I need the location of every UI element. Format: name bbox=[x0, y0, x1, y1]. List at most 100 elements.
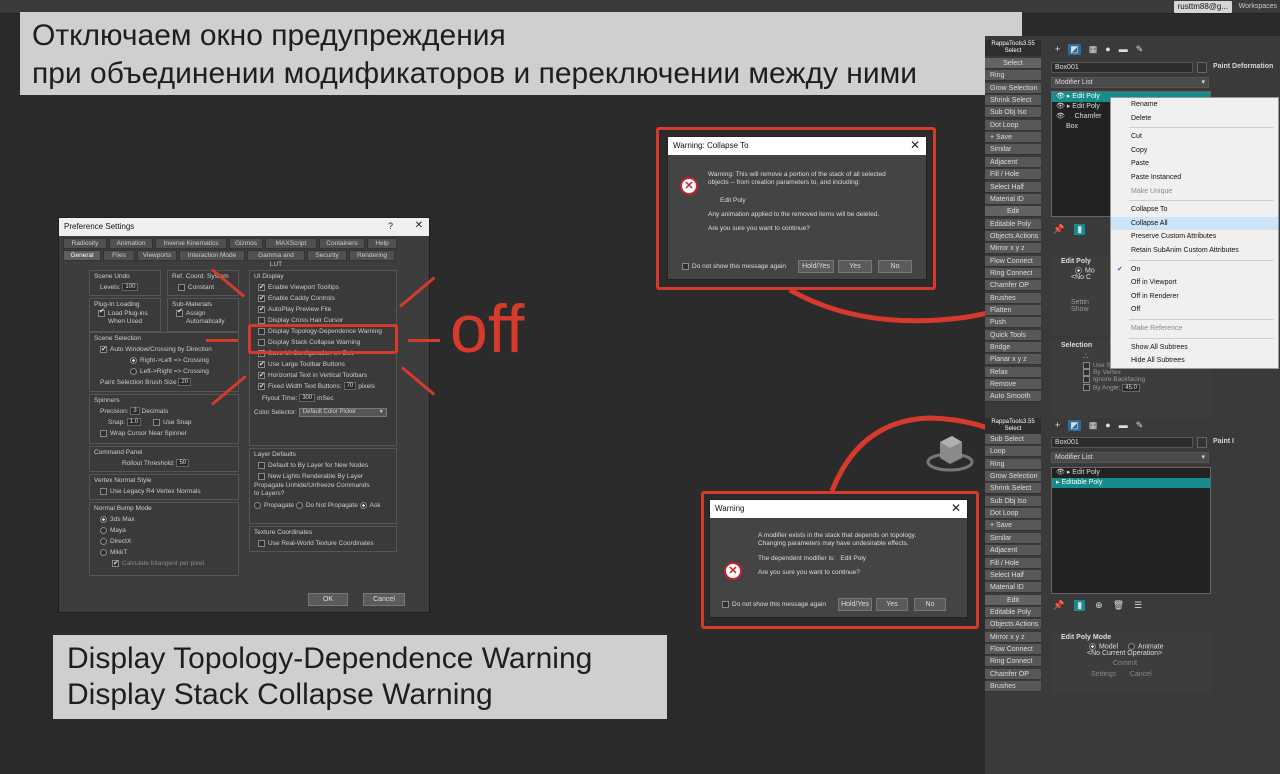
display-icon[interactable]: ▬ bbox=[1119, 420, 1128, 430]
edit-poly-mode-title[interactable]: Edit Poly Mode bbox=[1051, 632, 1211, 643]
rappa-material-id-button[interactable]: Material ID bbox=[985, 193, 1041, 205]
close-icon[interactable]: ✕ bbox=[951, 501, 961, 515]
ui-option-checkbox[interactable] bbox=[258, 370, 265, 381]
tab-gizmos[interactable]: Gizmos bbox=[229, 238, 263, 249]
model-radio[interactable] bbox=[1075, 267, 1082, 274]
rappa-similar-button[interactable]: Similar bbox=[985, 144, 1041, 156]
create-icon[interactable]: + bbox=[1055, 420, 1060, 430]
levels-spinner[interactable]: 100 bbox=[122, 283, 139, 292]
bump-3dsmax-radio[interactable] bbox=[100, 515, 107, 523]
object-color-swatch[interactable] bbox=[1197, 62, 1207, 73]
tab-viewports[interactable]: Viewports bbox=[137, 250, 177, 261]
rappa-auto-smooth-button[interactable]: Auto Smooth bbox=[985, 391, 1041, 403]
menu-item-paste-instanced[interactable]: Paste Instanced bbox=[1111, 171, 1278, 185]
rappa-flatten-button[interactable]: Flatten bbox=[985, 305, 1041, 316]
remove-modifier-icon[interactable]: 🗑 bbox=[1113, 600, 1124, 611]
rappa-select-half-button[interactable]: Select Half bbox=[985, 569, 1041, 581]
precision-spinner[interactable]: 3 bbox=[130, 407, 140, 416]
tab-containers[interactable]: Containers bbox=[319, 238, 365, 249]
wrap-cursor-checkbox[interactable] bbox=[100, 429, 107, 437]
show-end-result-icon[interactable]: ▮ bbox=[1074, 223, 1086, 235]
menu-item-collapse-all[interactable]: Collapse All bbox=[1111, 216, 1278, 231]
menu-item-collapse-to[interactable]: Collapse To bbox=[1111, 203, 1278, 217]
rappa-dot-loop-button[interactable]: Dot Loop bbox=[985, 119, 1041, 131]
rappa-ring-connect-button[interactable]: Ring Connect bbox=[985, 656, 1041, 668]
no-button[interactable]: No bbox=[914, 598, 946, 611]
rappa-objects-actions-button[interactable]: Objects Actions bbox=[985, 230, 1041, 242]
menu-item-paste[interactable]: Paste bbox=[1111, 157, 1278, 171]
rappa-ring-button[interactable]: Ring bbox=[985, 70, 1041, 82]
no-button[interactable]: No bbox=[878, 260, 912, 273]
help-icon[interactable]: ? bbox=[388, 221, 393, 231]
rappa-shrink-select-button[interactable]: Shrink Select bbox=[985, 95, 1041, 107]
calc-bitangent-checkbox[interactable] bbox=[112, 558, 119, 569]
propagate-radio[interactable] bbox=[254, 501, 261, 509]
rappa-mirror-x-y-z-button[interactable]: Mirror x y z bbox=[985, 243, 1041, 255]
brush-size-spinner[interactable]: 20 bbox=[178, 378, 192, 387]
rappa-grow-selection-button[interactable]: Grow Selection bbox=[985, 82, 1041, 94]
menu-item-retain-subanim-custom-attributes[interactable]: Retain SubAnim Custom Attributes bbox=[1111, 244, 1278, 258]
rappa-objects-actions-button[interactable]: Objects Actions bbox=[985, 619, 1041, 631]
ok-button[interactable]: OK bbox=[308, 593, 348, 606]
ui-option-checkbox[interactable] bbox=[258, 316, 265, 324]
hold-yes-button[interactable]: Hold/Yes bbox=[838, 598, 872, 611]
rappa-planar-x-y-z-button[interactable]: Planar x y z bbox=[985, 354, 1041, 366]
tab-general[interactable]: General bbox=[63, 250, 101, 261]
viewcube-icon[interactable] bbox=[924, 432, 976, 474]
tab-files[interactable]: Files bbox=[103, 250, 135, 261]
rappa-flow-connect-button[interactable]: Flow Connect bbox=[985, 255, 1041, 267]
object-name-field[interactable]: Box001 bbox=[1051, 62, 1193, 73]
rappa-editable-poly-button[interactable]: Editable Poly bbox=[985, 606, 1041, 618]
flyout-spinner[interactable]: 300 bbox=[299, 394, 316, 403]
rappa-relax-button[interactable]: Relax bbox=[985, 366, 1041, 378]
menu-item-off[interactable]: Off bbox=[1111, 303, 1278, 317]
rappa-ring-button[interactable]: Ring bbox=[985, 458, 1041, 470]
rappa-fill-hole-button[interactable]: Fill / Hole bbox=[985, 557, 1041, 569]
rappa-sub-obj-iso-button[interactable]: Sub Obj Iso bbox=[985, 107, 1041, 119]
rappa-sub-select-button[interactable]: Sub Select bbox=[985, 434, 1041, 445]
object-color-swatch-bottom[interactable] bbox=[1197, 437, 1207, 448]
yes-button[interactable]: Yes bbox=[876, 598, 908, 611]
ask-radio[interactable] bbox=[359, 501, 367, 509]
object-name-field-bottom[interactable]: Box001 bbox=[1051, 437, 1193, 448]
rappa-chamfer-op-button[interactable]: Chamfer OP bbox=[985, 280, 1041, 292]
right-left-radio[interactable] bbox=[130, 356, 137, 364]
tab-maxscript[interactable]: MAXScript bbox=[265, 238, 317, 249]
rappa-select-button[interactable]: Select bbox=[985, 58, 1041, 69]
close-icon[interactable]: ✕ bbox=[415, 220, 423, 231]
menu-item-cut[interactable]: Cut bbox=[1111, 130, 1278, 144]
bump-mikkt-radio[interactable] bbox=[100, 548, 107, 556]
rappa-select-half-button[interactable]: Select Half bbox=[985, 181, 1041, 193]
menu-item-copy[interactable]: Copy bbox=[1111, 144, 1278, 158]
utilities-icon[interactable]: ✎ bbox=[1136, 420, 1144, 431]
rappa-save-button[interactable]: + Save bbox=[985, 132, 1041, 144]
by-angle-checkbox[interactable] bbox=[1083, 384, 1090, 392]
rappa-quick-tools-button[interactable]: Quick Tools bbox=[985, 329, 1041, 341]
rappa-brushes-button[interactable]: Brushes bbox=[985, 681, 1041, 692]
rappa-shrink-select-button[interactable]: Shrink Select bbox=[985, 483, 1041, 495]
rappa-save-button[interactable]: + Save bbox=[985, 520, 1041, 532]
rappa-push-button[interactable]: Push bbox=[985, 317, 1041, 329]
rappa-loop-button[interactable]: Loop bbox=[985, 446, 1041, 458]
yes-button[interactable]: Yes bbox=[838, 260, 872, 273]
paint-rollout-bottom[interactable]: Paint I bbox=[1213, 438, 1234, 445]
menu-item-hide-all-subtrees[interactable]: Hide All Subtrees bbox=[1111, 354, 1278, 368]
tab-security[interactable]: Security bbox=[307, 250, 347, 261]
ui-option-checkbox[interactable] bbox=[258, 359, 265, 370]
display-icon[interactable]: ▬ bbox=[1119, 44, 1128, 54]
cancel-button[interactable]: Cancel bbox=[363, 593, 405, 606]
rappa-remove-button[interactable]: Remove bbox=[985, 379, 1041, 391]
rappa-adjacent-button[interactable]: Adjacent bbox=[985, 545, 1041, 557]
configure-modifier-sets-icon[interactable]: ☰ bbox=[1134, 600, 1142, 611]
rappa-editable-poly-button[interactable]: Editable Poly bbox=[985, 218, 1041, 230]
hierarchy-icon[interactable]: ▦ bbox=[1089, 420, 1098, 431]
tab-radiosity[interactable]: Radiosity bbox=[63, 238, 107, 249]
rappa-material-id-button[interactable]: Material ID bbox=[985, 582, 1041, 594]
ui-option-checkbox[interactable] bbox=[258, 282, 265, 293]
fixed-width-spinner[interactable]: 70 bbox=[343, 382, 357, 391]
tab-inverse-kinematics[interactable]: Inverse Kinematics bbox=[155, 238, 227, 249]
make-unique-icon[interactable]: ⊕ bbox=[1095, 600, 1103, 611]
rappa-brushes-button[interactable]: Brushes bbox=[985, 292, 1041, 304]
rappa-similar-button[interactable]: Similar bbox=[985, 532, 1041, 544]
rappa-flow-connect-button[interactable]: Flow Connect bbox=[985, 643, 1041, 655]
